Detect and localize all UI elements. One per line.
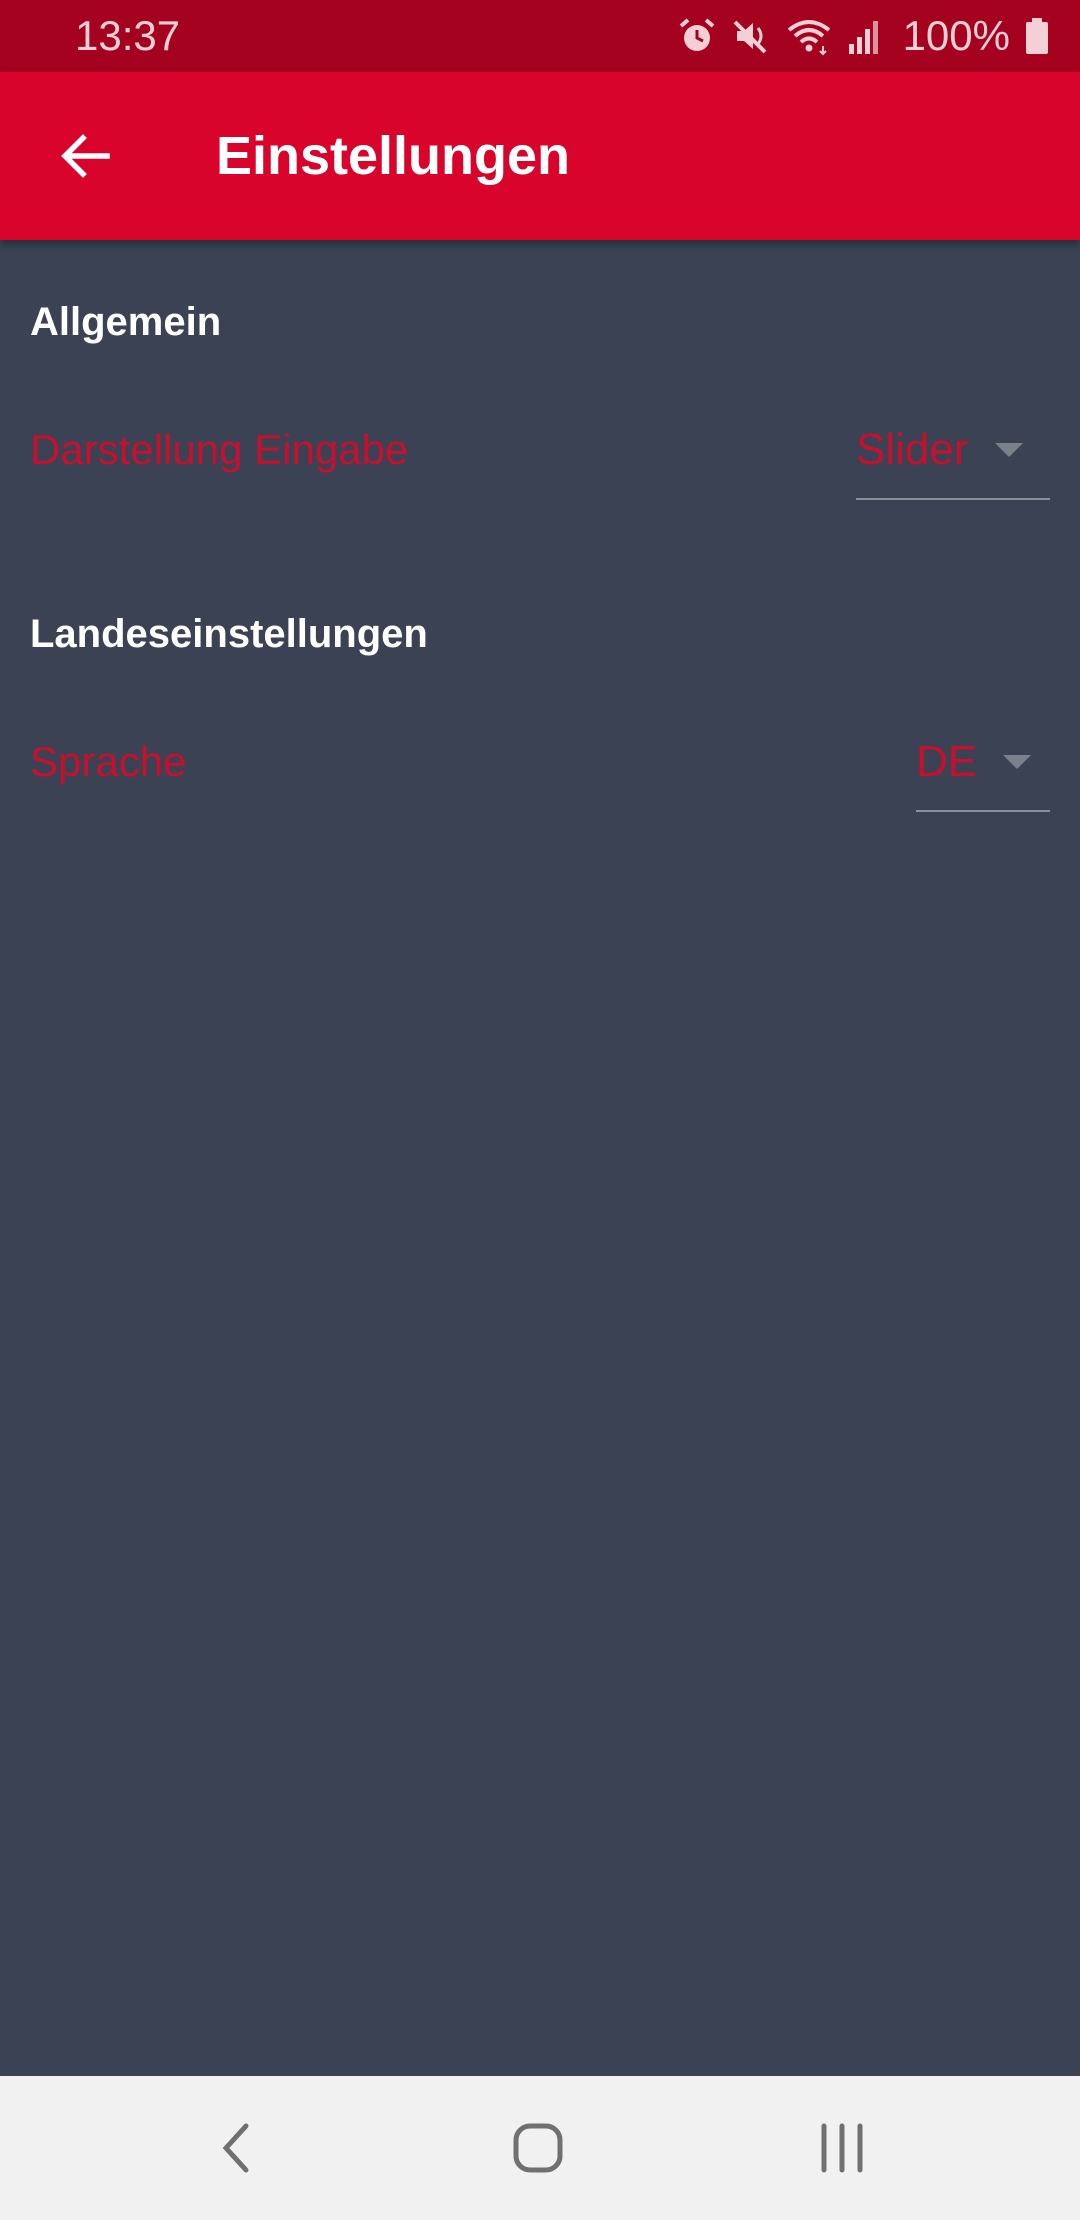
home-icon	[513, 2123, 563, 2173]
nav-home-button[interactable]	[478, 2098, 598, 2198]
mute-icon	[733, 20, 766, 54]
setting-label-input-display: Darstellung Eingabe	[30, 426, 409, 473]
alarm-icon	[679, 18, 714, 51]
status-icons: 100%	[677, 0, 1050, 72]
dropdown-value: DE	[916, 737, 978, 786]
section-header-locale: Landeseinstellungen	[30, 612, 428, 656]
battery-percent: 100%	[902, 12, 1010, 59]
arrow-back-icon	[61, 134, 110, 178]
input-display-dropdown[interactable]: Slider	[856, 402, 1050, 500]
signal-icon	[848, 21, 878, 54]
setting-label-language: Sprache	[30, 738, 187, 785]
status-bar: 13:37 100%	[0, 0, 1080, 72]
status-time: 13:37	[75, 12, 181, 59]
page-title: Einstellungen	[216, 126, 571, 186]
wifi-icon	[787, 20, 830, 56]
language-dropdown[interactable]: DE	[916, 714, 1050, 812]
dropdown-arrow-icon	[994, 443, 1023, 457]
back-button[interactable]	[40, 114, 130, 198]
section-header-general: Allgemein	[30, 300, 222, 344]
nav-recent-apps-button[interactable]	[782, 2098, 902, 2198]
navigation-bar	[0, 2076, 1080, 2220]
dropdown-value: Slider	[856, 425, 969, 474]
battery-icon	[1026, 18, 1048, 54]
app-bar: Einstellungen	[0, 72, 1080, 240]
recent-apps-icon	[821, 2123, 863, 2173]
dropdown-arrow-icon	[1003, 755, 1032, 769]
back-icon	[222, 2123, 249, 2173]
nav-back-button[interactable]	[176, 2098, 296, 2198]
